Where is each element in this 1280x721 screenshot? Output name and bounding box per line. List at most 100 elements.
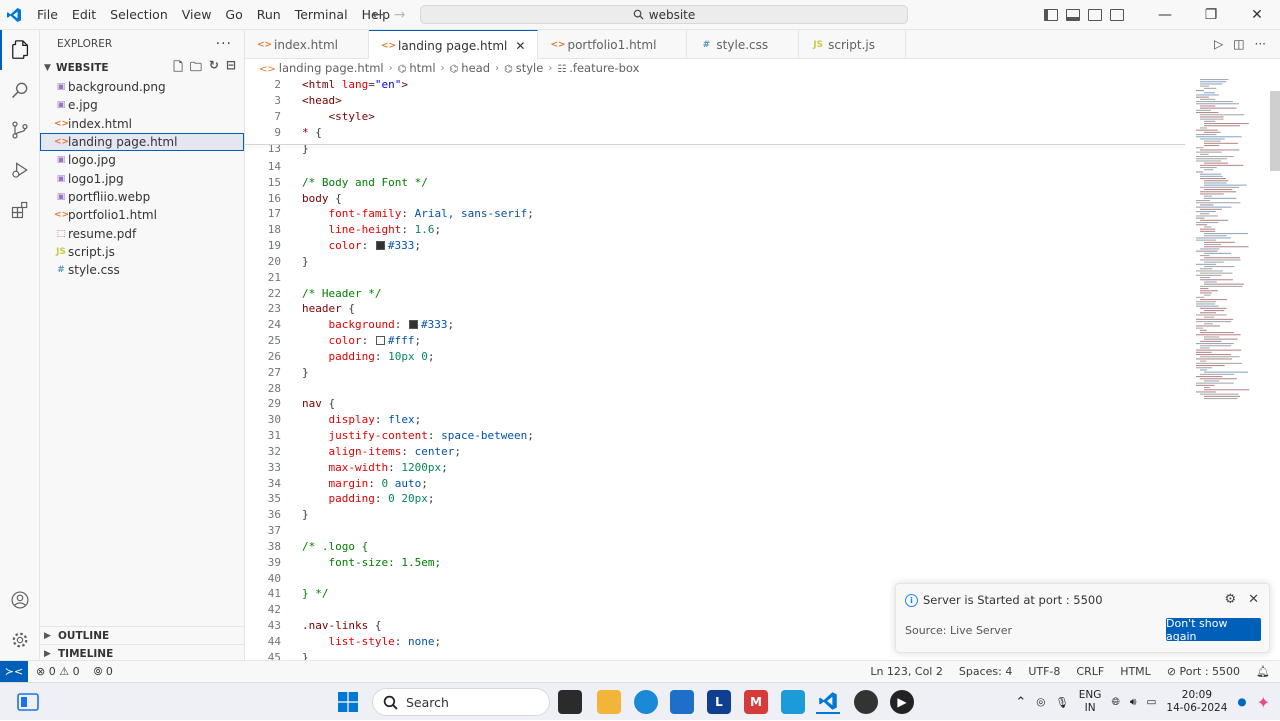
- mcafee-icon[interactable]: M: [744, 690, 768, 714]
- file-item[interactable]: ▣ logo.jpg: [40, 151, 244, 169]
- more-actions-icon[interactable]: ···: [216, 36, 232, 52]
- menu-run[interactable]: Run: [250, 0, 288, 30]
- clock[interactable]: 20:09 14-06-2024: [1166, 689, 1227, 715]
- editor-tab[interactable]: JS script.js: [799, 30, 906, 59]
- language-mode[interactable]: HTML: [1120, 665, 1151, 678]
- encoding[interactable]: UTF-8: [1028, 665, 1060, 678]
- search-icon[interactable]: [0, 70, 40, 110]
- task-view-icon[interactable]: [558, 690, 582, 714]
- notification-center-icon[interactable]: ●: [1237, 696, 1246, 708]
- microsoft-store-icon[interactable]: [670, 690, 694, 714]
- remote-indicator-icon[interactable]: ≻<: [0, 661, 28, 682]
- indentation[interactable]: Spaces: 4: [959, 665, 1012, 678]
- minimap-line: [1196, 376, 1223, 378]
- meet-now-icon[interactable]: ◎: [1036, 696, 1045, 708]
- file-item[interactable]: <> portfolio1.html: [40, 206, 244, 224]
- minimap[interactable]: [1190, 77, 1265, 417]
- split-editor-icon[interactable]: ◫: [1233, 37, 1244, 51]
- scrollbar-thumb[interactable]: [1270, 91, 1280, 171]
- ports-indicator[interactable]: ⦾ 0: [94, 665, 113, 679]
- file-item[interactable]: <> landing page.html: [40, 132, 244, 152]
- accounts-icon[interactable]: [0, 580, 40, 620]
- file-item[interactable]: ▣ e.jpg: [40, 96, 244, 114]
- chevron-up-icon[interactable]: ⌃: [1015, 695, 1026, 710]
- cursor-position[interactable]: Ln 123, Col 2: [870, 665, 943, 678]
- extensions-icon[interactable]: [0, 190, 40, 230]
- live-server-port[interactable]: ⊘ Port : 5500: [1167, 665, 1240, 678]
- app-icon[interactable]: [781, 690, 805, 714]
- taskbar-search[interactable]: Search: [372, 688, 550, 716]
- vscode-taskbar-icon[interactable]: [816, 690, 840, 714]
- toggle-primary-sidebar-icon[interactable]: [1044, 9, 1058, 21]
- microphone-icon[interactable]: 🎙︎: [1055, 696, 1068, 709]
- source-control-icon[interactable]: [0, 110, 40, 150]
- menu-view[interactable]: View: [175, 0, 219, 30]
- menu-go[interactable]: Go: [218, 0, 249, 30]
- editor-tab[interactable]: <> landing page.html ✕: [368, 30, 539, 60]
- close-window-icon[interactable]: ✕: [1234, 7, 1280, 23]
- battery-icon[interactable]: ▭: [1146, 696, 1156, 708]
- color-swatch-icon[interactable]: [408, 320, 418, 330]
- notification-close-icon[interactable]: ✕: [1248, 592, 1259, 607]
- media-player-icon[interactable]: ▶: [890, 690, 914, 714]
- vertical-scrollbar[interactable]: [1268, 77, 1280, 660]
- breadcrumb-item[interactable]: ⌬ head: [450, 61, 490, 75]
- run-icon[interactable]: ▷: [1214, 37, 1223, 51]
- editor-tab[interactable]: # style.css: [687, 30, 800, 59]
- color-swatch-icon[interactable]: [375, 336, 385, 346]
- windows-start-icon[interactable]: [336, 690, 360, 714]
- file-item[interactable]: ▣ background.png: [40, 78, 244, 96]
- toggle-secondary-sidebar-icon[interactable]: [1088, 9, 1102, 21]
- toggle-panel-icon[interactable]: [1066, 9, 1080, 21]
- close-tab-icon[interactable]: ✕: [515, 39, 525, 53]
- breadcrumb-item[interactable]: ⌬ style: [504, 61, 543, 75]
- menu-file[interactable]: File: [30, 0, 65, 30]
- editor-tab[interactable]: <> index.html: [245, 30, 369, 59]
- color-swatch-icon[interactable]: [375, 241, 385, 251]
- copilot-icon[interactable]: ✦: [1257, 693, 1270, 712]
- refresh-icon[interactable]: ↻: [209, 58, 219, 79]
- file-item[interactable]: # style.css: [40, 261, 244, 279]
- file-explorer-icon[interactable]: [597, 690, 621, 714]
- volume-icon[interactable]: 🔊︎: [1130, 696, 1137, 709]
- menu-edit[interactable]: Edit: [65, 0, 103, 30]
- file-item[interactable]: ⬚ resume.pdf: [40, 224, 244, 242]
- forward-arrow-icon[interactable]: →: [394, 7, 406, 23]
- menu-selection[interactable]: Selection: [103, 0, 175, 30]
- maximize-icon[interactable]: ❐: [1188, 7, 1234, 23]
- dont-show-again-button[interactable]: Don't show again: [1166, 617, 1261, 643]
- workspace-folder[interactable]: ▼ WEBSITE 🗋 🗀 ↻ ⊟: [40, 58, 244, 78]
- menu-terminal[interactable]: Terminal: [288, 0, 355, 30]
- end-of-line[interactable]: CRLF: [1076, 665, 1104, 678]
- new-folder-icon[interactable]: 🗀: [190, 58, 202, 79]
- notifications-bell-icon[interactable]: 🔔︎: [1256, 665, 1270, 678]
- file-item[interactable]: ▣ logo1.jpg: [40, 169, 244, 187]
- file-item[interactable]: <> index.html: [40, 115, 244, 133]
- breadcrumb-item[interactable]: ⌬ html: [398, 61, 436, 75]
- back-arrow-icon[interactable]: ←: [372, 7, 384, 23]
- linkedin-learning-icon[interactable]: L: [707, 690, 731, 714]
- notification-settings-gear-icon[interactable]: ⚙: [1224, 592, 1236, 607]
- customize-layout-icon[interactable]: [1110, 9, 1124, 21]
- explorer-icon[interactable]: [0, 30, 40, 70]
- input-language[interactable]: ENG IN: [1079, 689, 1102, 715]
- editor-tab[interactable]: <> portfolio1.html: [538, 30, 688, 59]
- edge-browser-icon[interactable]: [634, 690, 658, 714]
- file-item[interactable]: ▣ portfliio.webp: [40, 188, 244, 206]
- run-debug-icon[interactable]: [0, 150, 40, 190]
- breadcrumb-item[interactable]: <> landing page.html: [259, 61, 384, 75]
- widgets-icon[interactable]: [16, 690, 40, 714]
- collapse-all-icon[interactable]: ⊟: [226, 58, 236, 79]
- network-globe-icon[interactable]: 🌐︎: [1111, 696, 1119, 709]
- outline-section[interactable]: ▶ OUTLINE: [40, 626, 245, 644]
- breadcrumb-item[interactable]: ☷ .feature-box: [557, 61, 639, 75]
- settings-gear-icon[interactable]: [0, 620, 40, 660]
- github-icon[interactable]: [854, 690, 878, 714]
- code-editor[interactable]: 2 <html lang="en"> 3 <head> 7 <style> 9 * {13}…: [245, 77, 1280, 664]
- file-item[interactable]: JS script.js: [40, 243, 244, 261]
- problems-indicator[interactable]: ⊗ 0 ⚠ 0: [36, 665, 80, 678]
- new-file-icon[interactable]: 🗋: [173, 58, 183, 79]
- minimize-icon[interactable]: —: [1142, 7, 1188, 23]
- more-actions-icon[interactable]: ···: [1255, 37, 1266, 51]
- command-center-search[interactable]: website: [420, 5, 908, 24]
